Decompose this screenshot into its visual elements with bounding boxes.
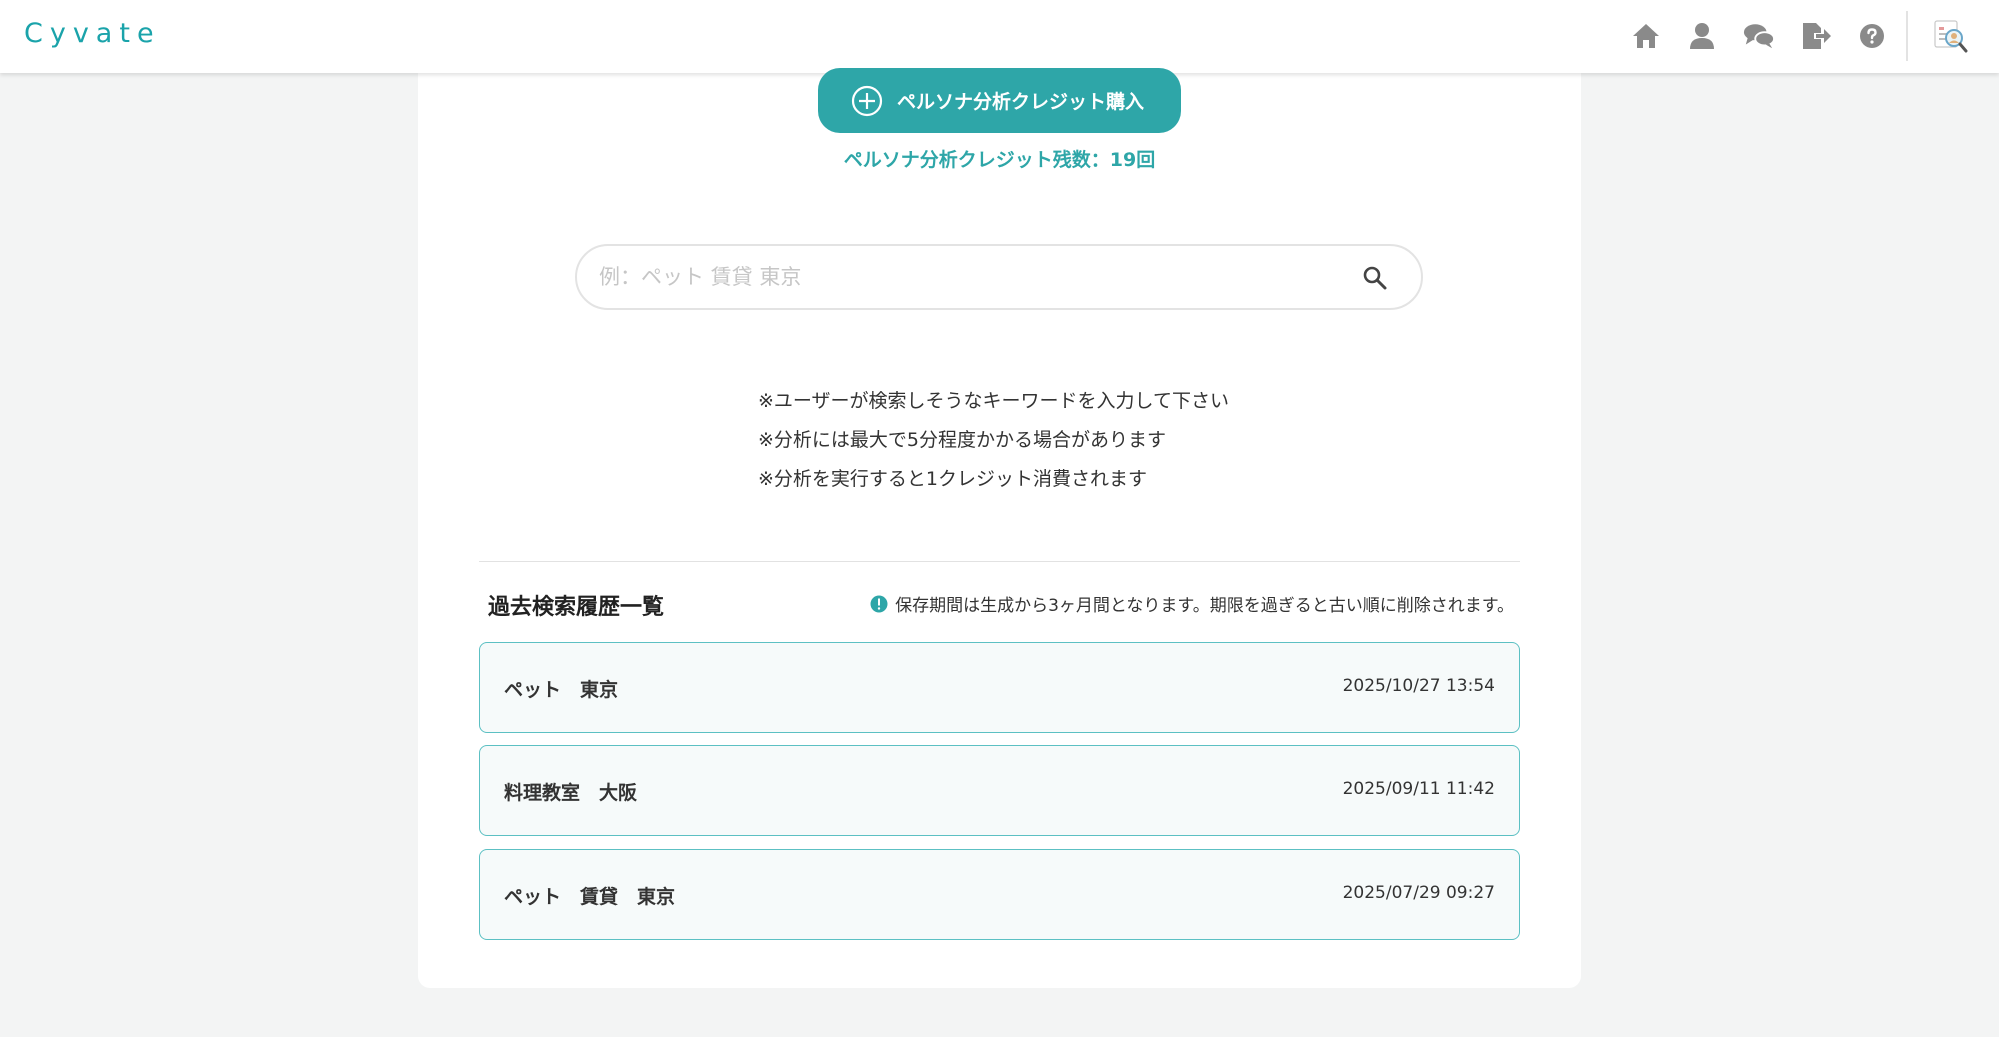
history-keyword: 料理教室 大阪 (504, 782, 638, 804)
history-keyword: ペット 東京 (504, 679, 619, 701)
avatar[interactable] (1932, 18, 1968, 54)
history-item[interactable]: ペット 東京 2025/10/27 13:54 (479, 642, 1520, 733)
user-icon[interactable] (1686, 20, 1718, 52)
note-line: ※ユーザーが検索しそうなキーワードを入力して下さい (758, 390, 1229, 412)
retention-note-text: 保存期間は生成から3ヶ月間となります。期限を過ぎると古い順に削除されます。 (895, 596, 1514, 616)
history-timestamp: 2025/09/11 11:42 (1342, 779, 1495, 799)
chat-icon[interactable] (1743, 20, 1775, 52)
history-item[interactable]: ペット 賃貸 東京 2025/07/29 09:27 (479, 849, 1520, 940)
section-divider (479, 561, 1520, 562)
note-line: ※分析には最大で5分程度かかる場合があります (758, 429, 1167, 451)
credit-remaining-text: ペルソナ分析クレジット残数：19回 (843, 149, 1156, 171)
info-icon (870, 595, 888, 612)
header-divider (1906, 11, 1908, 61)
history-keyword: ペット 賃貸 東京 (504, 886, 676, 908)
plus-circle-icon (851, 85, 883, 116)
buy-credit-label: ペルソナ分析クレジット購入 (897, 91, 1145, 113)
buy-credit-button[interactable]: ペルソナ分析クレジット購入 (818, 68, 1181, 133)
search-box (575, 244, 1423, 310)
help-icon[interactable] (1856, 20, 1888, 52)
history-title: 過去検索履歴一覧 (488, 595, 665, 620)
search-icon[interactable] (1362, 265, 1388, 291)
history-timestamp: 2025/10/27 13:54 (1342, 676, 1495, 696)
instruction-notes: ※ユーザーが検索しそうなキーワードを入力して下さい ※分析には最大で5分程度かか… (758, 382, 1229, 499)
logout-icon[interactable] (1800, 20, 1832, 52)
search-input[interactable] (599, 246, 1339, 308)
home-icon[interactable] (1630, 20, 1662, 52)
history-item[interactable]: 料理教室 大阪 2025/09/11 11:42 (479, 745, 1520, 836)
history-timestamp: 2025/07/29 09:27 (1342, 883, 1495, 903)
main-card (418, 40, 1581, 988)
note-line: ※分析を実行すると1クレジット消費されます (758, 468, 1148, 490)
top-header: Cyvate (0, 0, 1999, 73)
retention-note: 保存期間は生成から3ヶ月間となります。期限を過ぎると古い順に削除されます。 (870, 591, 1514, 616)
app-logo[interactable]: Cyvate (24, 18, 161, 49)
